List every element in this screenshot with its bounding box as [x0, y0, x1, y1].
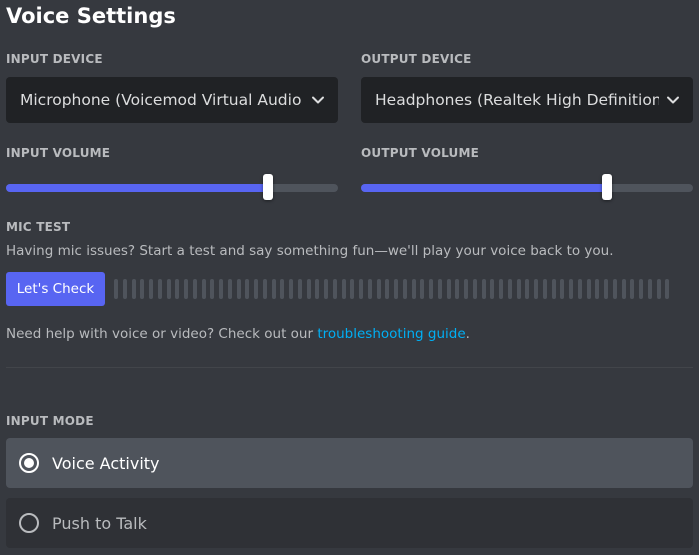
meter-segment: [402, 279, 407, 299]
help-line: Need help with voice or video? Check out…: [6, 325, 470, 343]
radio-voice-activity[interactable]: Voice Activity: [6, 438, 693, 488]
output-device-label: OUTPUT DEVICE: [361, 52, 472, 66]
radio-label: Push to Talk: [52, 513, 147, 533]
meter-segment: [560, 279, 565, 299]
radio-unselected-icon: [19, 513, 39, 533]
meter-segment: [630, 279, 635, 299]
section-divider: [6, 367, 693, 368]
meter-segment: [219, 279, 223, 299]
meter-segment: [551, 279, 556, 299]
meter-segment: [481, 279, 486, 299]
meter-segment: [271, 279, 276, 299]
meter-segment: [324, 279, 328, 299]
meter-segment: [516, 279, 521, 299]
meter-segment: [140, 279, 145, 299]
meter-segment: [586, 279, 591, 299]
meter-segment: [262, 279, 267, 299]
meter-segment: [604, 279, 608, 299]
meter-segment: [507, 279, 512, 299]
input-volume-label: INPUT VOLUME: [6, 146, 111, 160]
meter-segment: [385, 279, 390, 299]
meter-segment: [359, 279, 363, 299]
lets-check-button[interactable]: Let's Check: [6, 272, 105, 306]
help-text-prefix: Need help with voice or video? Check out…: [6, 326, 318, 342]
meter-segment: [656, 279, 661, 299]
meter-segment: [192, 279, 197, 299]
meter-segment: [236, 279, 241, 299]
meter-segment: [315, 279, 320, 299]
mic-test-label: MIC TEST: [6, 220, 71, 234]
meter-segment: [201, 279, 206, 299]
page-title: Voice Settings: [6, 4, 176, 28]
meter-segment: [157, 279, 162, 299]
meter-segment: [367, 279, 372, 299]
meter-segment: [411, 279, 416, 299]
meter-segment: [569, 279, 573, 299]
meter-segment: [166, 279, 171, 299]
input-device-label: INPUT DEVICE: [6, 52, 103, 66]
mic-test-description: Having mic issues? Start a test and say …: [6, 243, 614, 259]
meter-segment: [297, 279, 302, 299]
output-device-select[interactable]: Headphones (Realtek High Definition Audi…: [361, 77, 693, 123]
meter-segment: [595, 279, 600, 299]
meter-segment: [437, 279, 442, 299]
meter-segment: [149, 279, 153, 299]
meter-segment: [254, 279, 258, 299]
help-text-suffix: .: [465, 326, 470, 342]
meter-segment: [542, 279, 547, 299]
chevron-down-icon: [667, 96, 679, 104]
meter-segment: [114, 279, 118, 299]
meter-segment: [341, 279, 346, 299]
meter-segment: [289, 279, 293, 299]
meter-segment: [420, 279, 425, 299]
meter-segment: [621, 279, 626, 299]
meter-segment: [534, 279, 538, 299]
meter-segment: [306, 279, 311, 299]
meter-segment: [499, 279, 503, 299]
meter-segment: [122, 279, 127, 299]
input-device-select[interactable]: Microphone (Voicemod Virtual Audio Devic…: [6, 77, 338, 123]
meter-segment: [455, 279, 460, 299]
meter-segment: [464, 279, 468, 299]
input-mode-label: INPUT MODE: [6, 414, 94, 428]
meter-segment: [490, 279, 495, 299]
input-volume-slider[interactable]: [6, 171, 338, 201]
meter-segment: [350, 279, 355, 299]
meter-segment: [376, 279, 381, 299]
voice-settings-page: Voice Settings INPUT DEVICE Microphone (…: [0, 0, 699, 555]
output-volume-slider[interactable]: [361, 171, 693, 201]
mic-level-meter: [114, 279, 670, 299]
meter-segment: [394, 279, 398, 299]
meter-segment: [472, 279, 477, 299]
meter-segment: [665, 279, 670, 299]
meter-segment: [227, 279, 232, 299]
meter-segment: [332, 279, 337, 299]
output-volume-label: OUTPUT VOLUME: [361, 146, 480, 160]
radio-selected-icon: [19, 453, 39, 473]
meter-segment: [647, 279, 652, 299]
slider-fill: [361, 184, 607, 192]
meter-segment: [280, 279, 285, 299]
meter-segment: [210, 279, 215, 299]
meter-segment: [131, 279, 136, 299]
slider-thumb[interactable]: [601, 174, 612, 200]
slider-fill: [6, 184, 269, 192]
meter-segment: [639, 279, 643, 299]
meter-segment: [175, 279, 180, 299]
troubleshooting-guide-link[interactable]: troubleshooting guide: [317, 326, 465, 342]
meter-segment: [184, 279, 188, 299]
meter-segment: [612, 279, 617, 299]
slider-thumb[interactable]: [263, 174, 274, 200]
chevron-down-icon: [312, 96, 324, 104]
output-device-value: Headphones (Realtek High Definition Audi…: [375, 91, 659, 109]
meter-segment: [577, 279, 582, 299]
radio-push-to-talk[interactable]: Push to Talk: [6, 498, 693, 548]
radio-label: Voice Activity: [52, 453, 160, 473]
meter-segment: [429, 279, 433, 299]
meter-segment: [446, 279, 451, 299]
meter-segment: [525, 279, 530, 299]
input-device-value: Microphone (Voicemod Virtual Audio Devic…: [20, 91, 304, 109]
meter-segment: [245, 279, 250, 299]
